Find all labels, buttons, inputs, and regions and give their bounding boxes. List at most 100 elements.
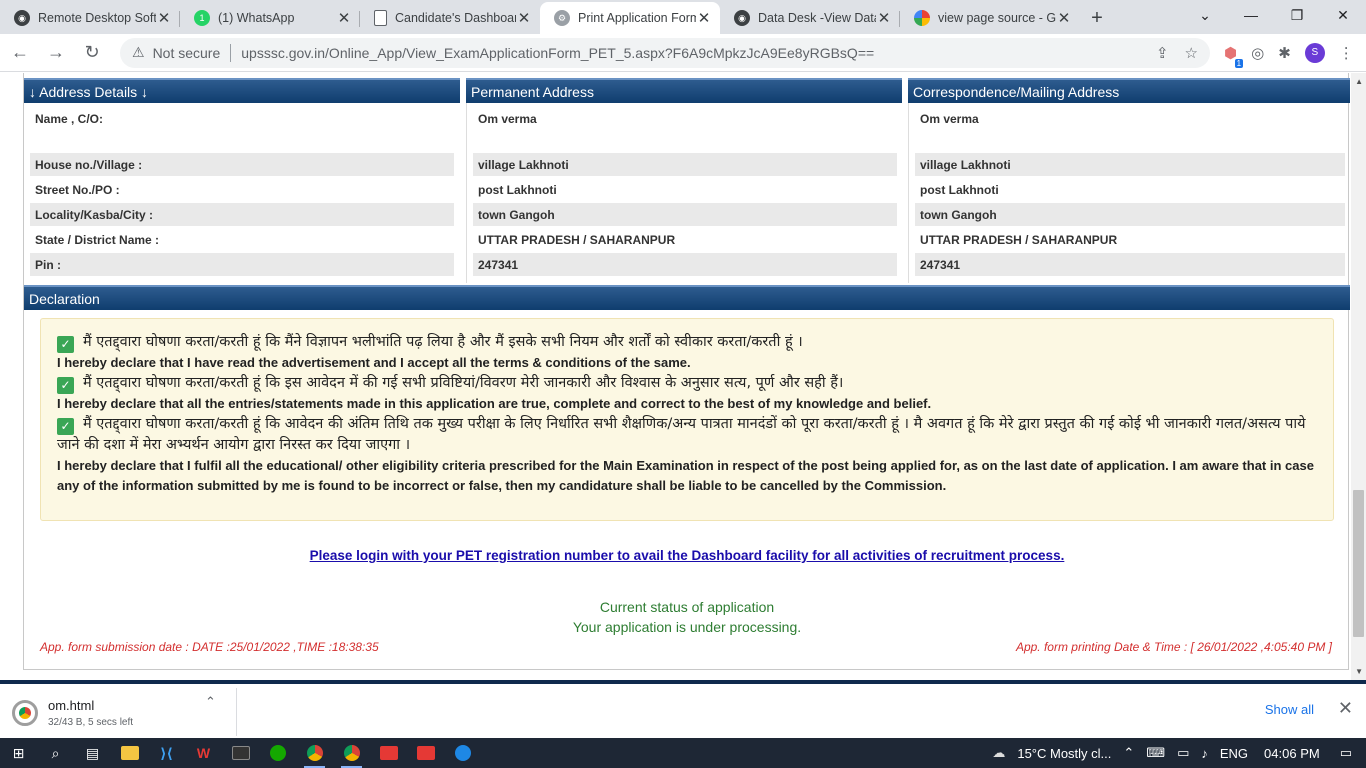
warning-icon[interactable]: ⚠ — [132, 44, 145, 61]
notifications-icon[interactable]: ▭ — [1340, 745, 1352, 761]
tab-print-application-form[interactable]: ⚙ Print Application Form ✕ — [540, 2, 720, 34]
correspondence-street: post Lakhnoti — [920, 182, 999, 197]
permanent-address-column: Om verma village Lakhnoti post Lakhnoti … — [466, 103, 902, 283]
windows-start-icon[interactable]: ⊞ — [0, 738, 37, 768]
task-view-icon[interactable]: ▤ — [74, 738, 111, 768]
declaration-english-3: I hereby declare that I fulfil all the e… — [57, 458, 1314, 493]
share-icon[interactable]: ⇪ — [1156, 44, 1169, 62]
permanent-address-header: Permanent Address — [466, 78, 902, 103]
network-icon[interactable]: ⌨ — [1146, 745, 1165, 761]
declaration-hindi-1: ✓ मैं एतद्द्वारा घोषणा करता/करती हूं कि म… — [57, 332, 1317, 353]
puzzle-extensions-icon[interactable]: ✱ — [1278, 44, 1291, 62]
print-app-icon: ⚙ — [554, 10, 570, 26]
document-icon — [374, 10, 387, 26]
address-bar[interactable]: ⚠ Not secure upsssc.gov.in/Online_App/Vi… — [120, 37, 1210, 68]
reload-button[interactable]: ↻ — [76, 37, 108, 69]
volume-icon[interactable]: ♪ — [1201, 746, 1208, 761]
forward-button[interactable]: → — [40, 37, 72, 69]
checkmark-icon: ✓ — [57, 336, 74, 353]
file-explorer-icon[interactable] — [111, 738, 148, 768]
close-icon[interactable]: ✕ — [1338, 698, 1353, 719]
correspondence-locality: town Gangoh — [915, 203, 1345, 226]
upwork-icon[interactable] — [259, 738, 296, 768]
label-state: State / District Name : — [35, 232, 160, 247]
scrollbar-thumb[interactable] — [1353, 490, 1364, 637]
extension-circle-icon[interactable]: ◎ — [1251, 44, 1264, 62]
teamviewer-icon[interactable] — [444, 738, 481, 768]
submission-date: App. form submission date : DATE :25/01/… — [40, 640, 379, 654]
correspondence-address-column: Om verma village Lakhnoti post Lakhnoti … — [908, 103, 1350, 283]
not-secure-label[interactable]: Not secure — [153, 45, 221, 61]
clock[interactable]: 04:06 PM — [1264, 746, 1320, 761]
chevron-up-icon[interactable]: ⌃ — [205, 694, 216, 710]
tab-remote-desktop[interactable]: ◉ Remote Desktop Softw ✕ — [0, 2, 180, 34]
new-tab-button[interactable]: + — [1080, 2, 1114, 34]
terminal-icon[interactable] — [222, 738, 259, 768]
close-icon[interactable]: ✕ — [876, 9, 892, 27]
window-controls: ⌄ — ❐ ✕ — [1182, 0, 1366, 30]
label-locality: Locality/Kasba/City : — [30, 203, 454, 226]
scroll-down-icon[interactable]: ▼ — [1355, 667, 1363, 676]
show-all-button[interactable]: Show all — [1265, 702, 1314, 717]
battery-icon[interactable]: ▭ — [1177, 745, 1189, 761]
declaration-hindi-2: ✓ मैं एतद्द्वारा घोषणा करता/करती हूं कि इ… — [57, 373, 1317, 394]
checkmark-icon: ✓ — [57, 377, 74, 394]
tab-title: Candidate's Dashboar — [395, 11, 516, 25]
scroll-up-icon[interactable]: ▲ — [1355, 77, 1363, 86]
address-details-header: ↓ Address Details ↓ — [24, 78, 460, 103]
tab-title: (1) WhatsApp — [218, 11, 295, 25]
weather-text[interactable]: 15°C Mostly cl... — [1017, 746, 1111, 761]
status-message: Your application is under processing. — [572, 619, 802, 635]
anydesk-icon-2[interactable] — [407, 738, 444, 768]
label-street: Street No./PO : — [35, 182, 120, 197]
correspondence-name: Om verma — [920, 111, 979, 126]
chrome-taskbar-icon-2[interactable] — [333, 738, 370, 768]
permanent-pin: 247341 — [473, 253, 897, 276]
remote-desktop-icon: ◉ — [734, 10, 750, 26]
tab-whatsapp[interactable]: 1 (1) WhatsApp ✕ — [180, 2, 360, 34]
correspondence-state: UTTAR PRADESH / SAHARANPUR — [920, 232, 1118, 247]
bookmark-star-icon[interactable]: ☆ — [1185, 44, 1198, 62]
minimize-button[interactable]: — — [1228, 0, 1274, 30]
tab-candidate-dashboard[interactable]: Candidate's Dashboar ✕ — [360, 2, 540, 34]
permanent-locality: town Gangoh — [473, 203, 897, 226]
status-title: Current status of application — [599, 599, 775, 615]
printing-date: App. form printing Date & Time : [ 26/01… — [1015, 640, 1332, 654]
chrome-download-icon — [12, 700, 38, 726]
label-pin: Pin : — [30, 253, 454, 276]
tab-search-icon[interactable]: ⌄ — [1182, 0, 1228, 30]
chevron-up-icon[interactable]: ⌃ — [1123, 745, 1134, 761]
back-button[interactable]: ← — [4, 37, 36, 69]
tab-title: Remote Desktop Softw — [38, 11, 156, 25]
close-icon[interactable]: ✕ — [1056, 9, 1072, 27]
language-indicator[interactable]: ENG — [1220, 746, 1248, 761]
tab-title: Data Desk -View Data — [758, 11, 876, 25]
permanent-street: post Lakhnoti — [478, 182, 557, 197]
restore-button[interactable]: ❐ — [1274, 0, 1320, 30]
tab-data-desk[interactable]: ◉ Data Desk -View Data ✕ — [720, 2, 900, 34]
label-name: Name , C/O: — [35, 111, 104, 126]
correspondence-pin: 247341 — [915, 253, 1345, 276]
declaration-english-2: I hereby declare that all the entries/st… — [57, 396, 932, 411]
search-icon[interactable]: ⌕ — [37, 738, 74, 768]
menu-kebab-icon[interactable]: ⋮ — [1339, 44, 1354, 62]
chrome-taskbar-icon[interactable] — [296, 738, 333, 768]
anydesk-icon[interactable] — [370, 738, 407, 768]
close-icon[interactable]: ✕ — [156, 9, 172, 27]
wps-office-icon[interactable]: W — [185, 738, 222, 768]
download-progress: 32/43 B, 5 secs left — [48, 717, 134, 728]
tab-title: view page source - Go — [938, 11, 1056, 25]
tab-view-page-source[interactable]: view page source - Go ✕ — [900, 2, 1080, 34]
dashboard-login-link[interactable]: Please login with your PET registration … — [24, 548, 1350, 563]
weather-icon[interactable]: ☁ — [992, 745, 1005, 761]
close-icon[interactable]: ✕ — [516, 9, 532, 27]
close-window-button[interactable]: ✕ — [1320, 0, 1366, 30]
url-text[interactable]: upsssc.gov.in/Online_App/View_ExamApplic… — [241, 45, 1140, 61]
tab-strip: ◉ Remote Desktop Softw ✕ 1 (1) WhatsApp … — [0, 0, 1366, 34]
download-item[interactable]: om.html 32/43 B, 5 secs left — [12, 692, 234, 734]
extension-badge-icon[interactable]: ⬢ 1 — [1224, 44, 1244, 68]
close-icon[interactable]: ✕ — [336, 9, 352, 27]
close-icon[interactable]: ✕ — [696, 9, 712, 27]
vscode-icon[interactable]: ⟩⟨ — [148, 738, 185, 768]
profile-avatar[interactable]: S — [1304, 42, 1325, 63]
